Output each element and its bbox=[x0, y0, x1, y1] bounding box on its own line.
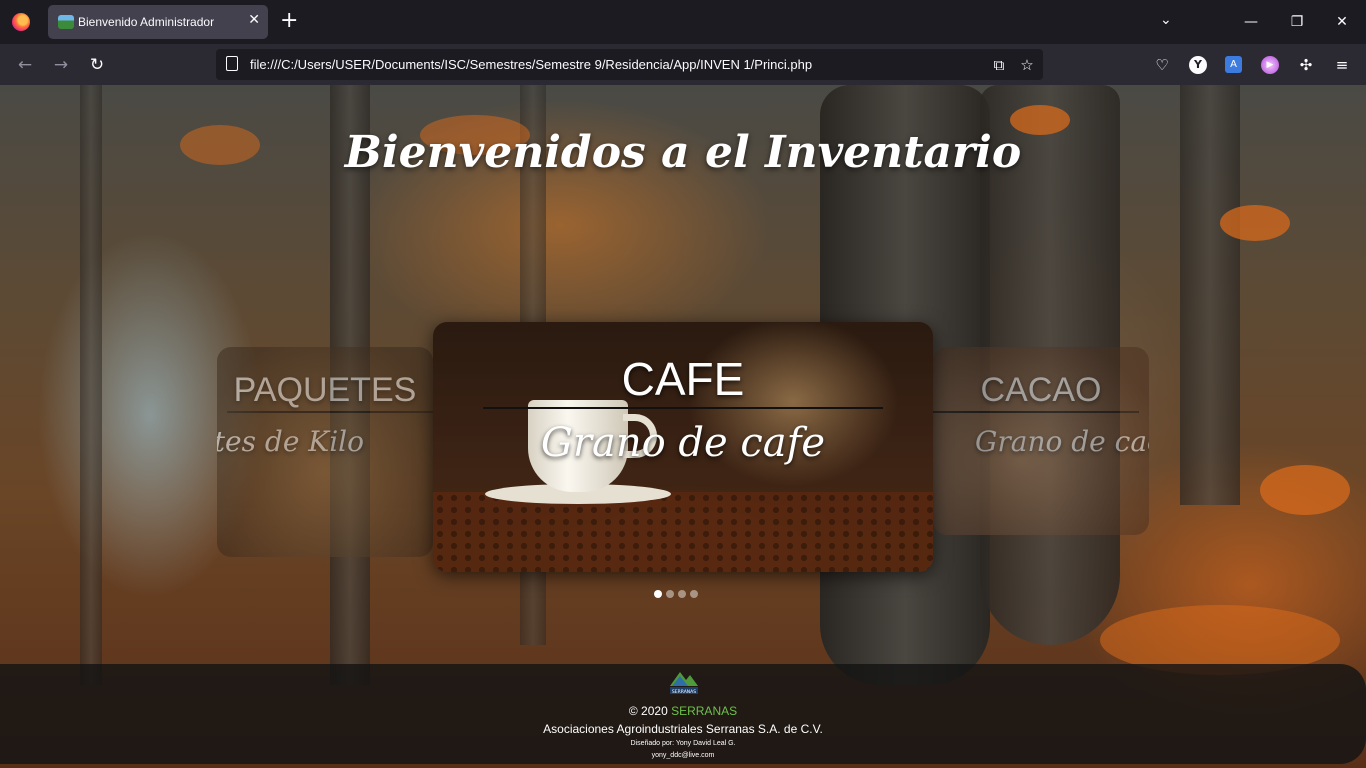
coffee-beans-image bbox=[433, 492, 933, 572]
reload-button[interactable]: ↻ bbox=[84, 52, 110, 78]
pocket-icon[interactable]: ♡ bbox=[1151, 54, 1173, 76]
slide-subtitle: Grano de cacao bbox=[975, 425, 1149, 458]
carousel-slide-cafe[interactable]: CAFE Grano de cafe bbox=[433, 322, 933, 572]
close-window-button[interactable]: ✕ bbox=[1322, 8, 1362, 36]
slide-divider bbox=[483, 407, 883, 409]
copyright-prefix: © 2020 bbox=[628, 704, 668, 718]
leaf bbox=[1260, 465, 1350, 515]
navigation-toolbar: ← → ↻ file:///C:/Users/USER/Documents/IS… bbox=[0, 44, 1366, 85]
bookmark-star-icon[interactable]: ☆ bbox=[1016, 54, 1038, 76]
carousel-dot[interactable] bbox=[690, 590, 698, 598]
slide-divider bbox=[933, 411, 1139, 413]
designer-credit: Diseñado por: Yony David Leal G. bbox=[630, 740, 736, 747]
brand-name: SERRANAS bbox=[671, 704, 738, 718]
designer-email[interactable]: yony_ddc@live.com bbox=[0, 752, 1366, 759]
slide-subtitle: Grano de cafe bbox=[540, 420, 826, 466]
site-favicon-icon bbox=[58, 15, 74, 29]
browser-tab-bar: Bienvenido Administrador ✕ + ⌄ — ❐ ✕ bbox=[0, 0, 1366, 44]
restore-button[interactable]: ❐ bbox=[1277, 8, 1317, 36]
translate-page-icon[interactable]: ⧉ bbox=[988, 54, 1010, 76]
footer: SERRANAS © 2020 SERRANAS Asociaciones Ag… bbox=[0, 664, 1366, 764]
translate-extension-icon[interactable]: A bbox=[1225, 56, 1242, 73]
slide-title: CACAO bbox=[980, 371, 1102, 409]
extensions-puzzle-icon[interactable]: ✣ bbox=[1295, 54, 1317, 76]
slide-title: CAFE bbox=[621, 353, 745, 405]
list-all-tabs-icon[interactable]: ⌄ bbox=[1160, 12, 1172, 28]
page-background: Bienvenidos a el Inventario PAQUETES Paq… bbox=[0, 85, 1366, 768]
carousel-dot[interactable] bbox=[678, 590, 686, 598]
close-tab-icon[interactable]: ✕ bbox=[248, 12, 260, 28]
new-tab-button[interactable]: + bbox=[280, 8, 298, 34]
forward-button[interactable]: → bbox=[48, 52, 74, 78]
copyright: © 2020 SERRANAS bbox=[0, 704, 1366, 718]
leaf bbox=[1220, 205, 1290, 241]
company-name: Asociaciones Agroindustriales Serranas S… bbox=[543, 722, 823, 736]
serranas-logo: SERRANAS bbox=[670, 672, 698, 695]
back-button[interactable]: ← bbox=[12, 52, 38, 78]
yandex-extension-icon[interactable]: Y bbox=[1189, 56, 1207, 74]
address-bar[interactable]: file:///C:/Users/USER/Documents/ISC/Seme… bbox=[216, 49, 1043, 80]
tab-title: Bienvenido Administrador bbox=[78, 15, 215, 29]
minimize-button[interactable]: — bbox=[1231, 8, 1271, 36]
carousel-slide-paquetes[interactable]: PAQUETES Paquetes de Kilo bbox=[217, 347, 433, 557]
logo-text: SERRANAS bbox=[672, 689, 696, 695]
page-icon bbox=[226, 56, 238, 71]
firefox-icon[interactable] bbox=[12, 13, 30, 31]
carousel-slide-cacao[interactable]: CACAO Grano de cacao bbox=[933, 347, 1149, 535]
active-tab[interactable]: Bienvenido Administrador ✕ bbox=[48, 5, 268, 39]
page-title: Bienvenidos a el Inventario bbox=[344, 127, 1022, 178]
url-text[interactable]: file:///C:/Users/USER/Documents/ISC/Seme… bbox=[250, 57, 812, 72]
app-menu-icon[interactable]: ≡ bbox=[1331, 54, 1353, 76]
slide-divider bbox=[227, 411, 433, 413]
slide-title: PAQUETES bbox=[233, 371, 417, 409]
carousel-dot[interactable] bbox=[666, 590, 674, 598]
carousel-indicators bbox=[654, 583, 702, 602]
carousel-dot[interactable] bbox=[654, 590, 662, 598]
media-extension-icon[interactable]: ▶ bbox=[1261, 56, 1279, 74]
slide-subtitle: Paquetes de Kilo bbox=[217, 425, 364, 458]
